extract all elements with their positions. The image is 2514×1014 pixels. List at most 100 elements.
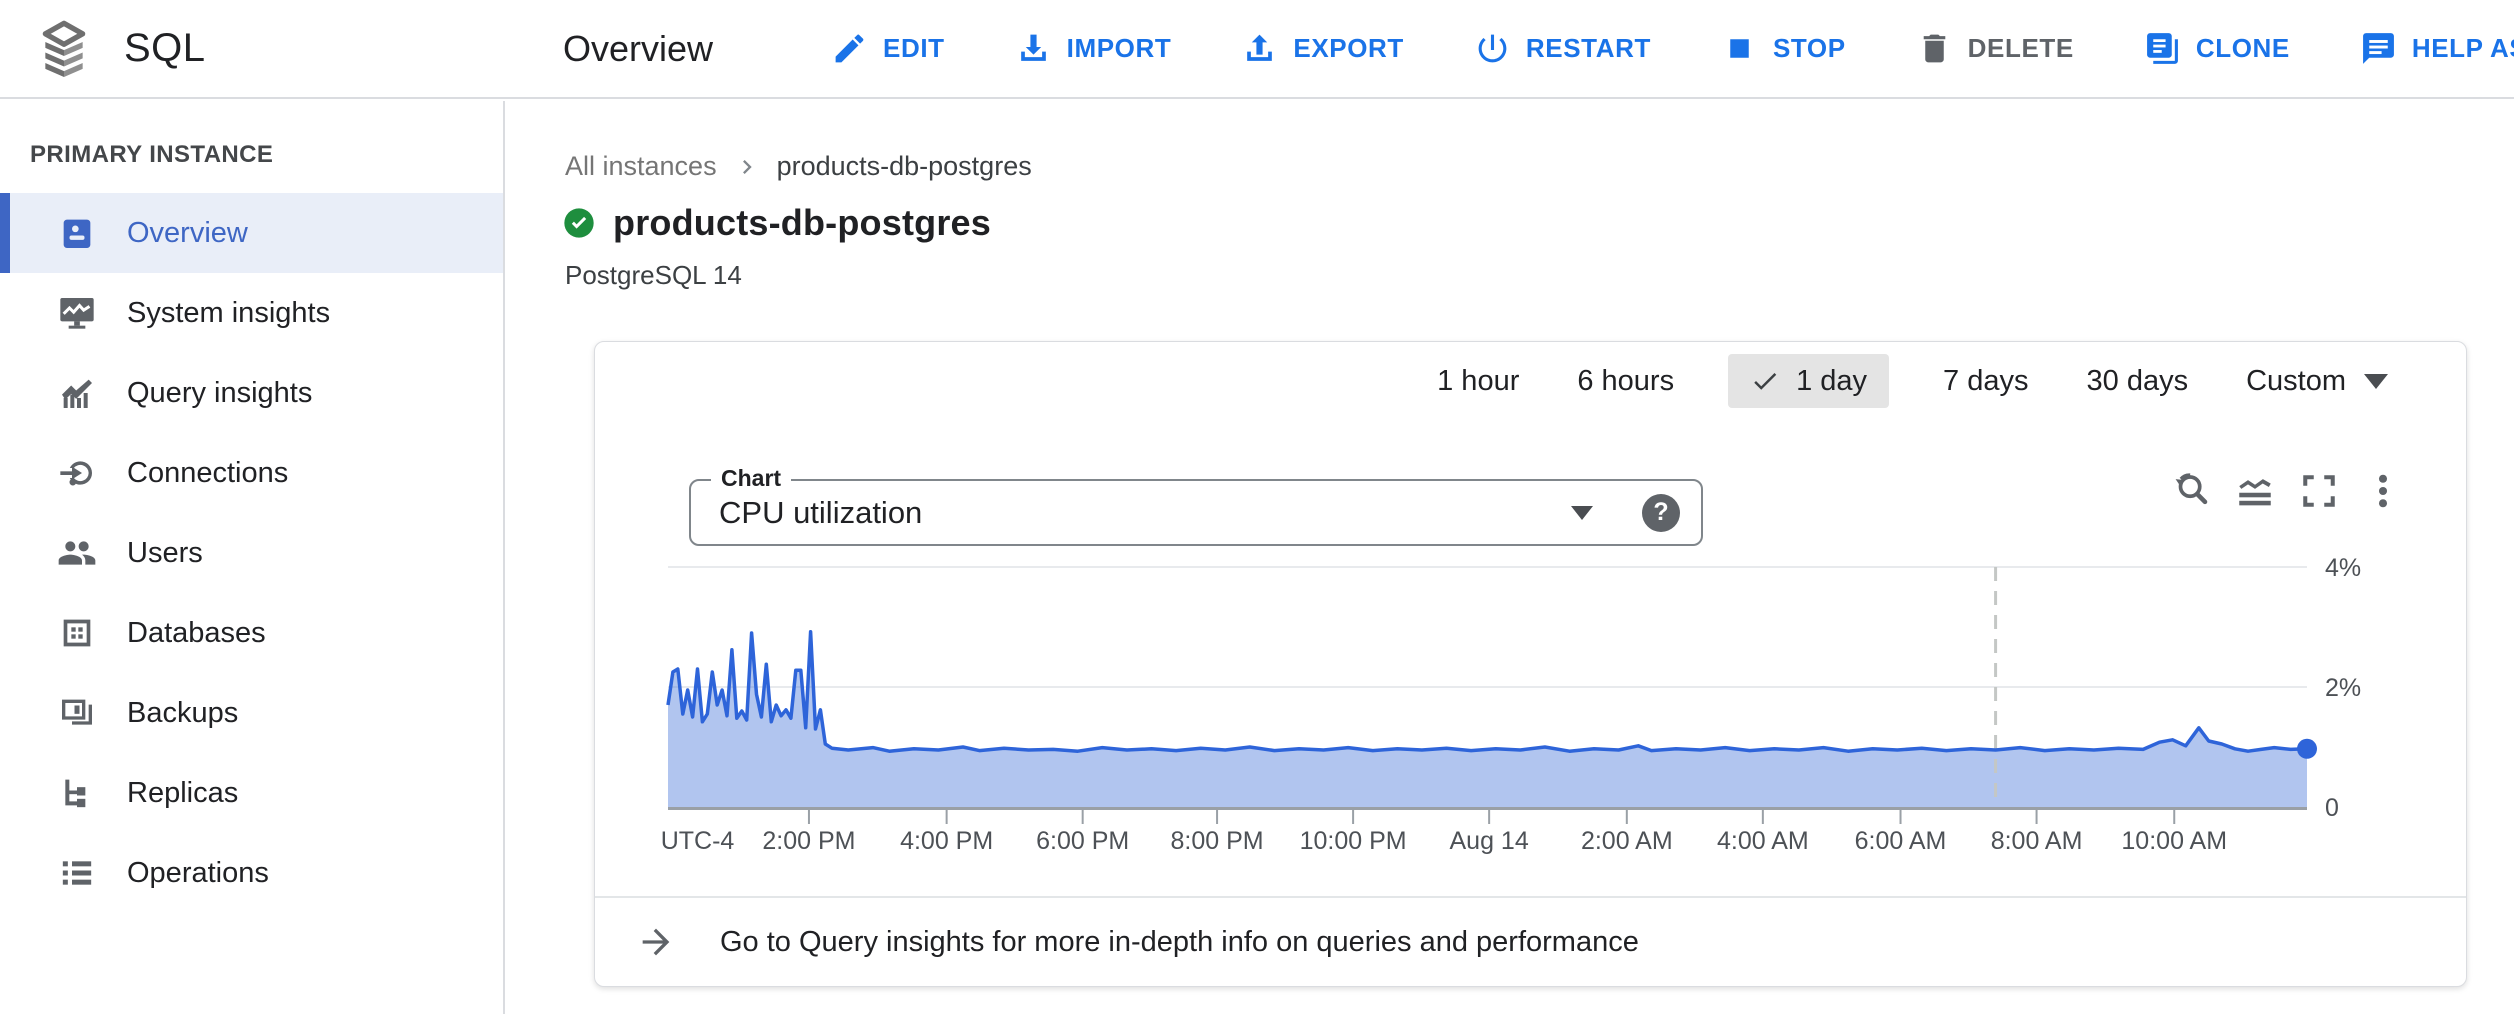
area-chart-toggle-button[interactable]	[2232, 468, 2278, 514]
product-name: SQL	[124, 26, 206, 71]
range-1-hour[interactable]: 1 hour	[1433, 354, 1523, 408]
sidebar-nav: Overview System insights Query insights …	[0, 193, 503, 913]
range-6-hours[interactable]: 6 hours	[1573, 354, 1678, 408]
dropdown-arrow-icon	[1571, 506, 1593, 520]
status-ok-icon	[563, 207, 595, 239]
instance-version: PostgreSQL 14	[565, 260, 2514, 291]
breadcrumb: All instances products-db-postgres	[565, 151, 2514, 182]
svg-text:2%: 2%	[2325, 674, 2361, 702]
svg-text:10:00 AM: 10:00 AM	[2121, 827, 2227, 855]
replica-tree-icon	[56, 772, 98, 814]
range-label: 1 hour	[1437, 365, 1519, 398]
delete-button[interactable]: DELETE	[1916, 30, 2074, 67]
svg-text:8:00 PM: 8:00 PM	[1171, 827, 1264, 855]
sidebar-item-system-insights[interactable]: System insights	[0, 273, 503, 353]
sidebar-item-overview[interactable]: Overview	[0, 193, 503, 273]
instance-title-row: products-db-postgres	[563, 202, 2514, 244]
app-window: SQL Overview EDIT IMPORT EXPORT	[0, 0, 2514, 1014]
arrow-forward-icon	[636, 922, 676, 962]
copy-icon	[2144, 30, 2181, 67]
sidebar-item-label: Users	[127, 537, 203, 570]
range-label: 7 days	[1943, 365, 2028, 398]
svg-text:0: 0	[2325, 794, 2339, 822]
download-icon	[1015, 30, 1052, 67]
edit-button[interactable]: EDIT	[831, 30, 945, 67]
zoom-reset-button[interactable]	[2168, 468, 2214, 514]
more-vert-icon	[2362, 470, 2404, 512]
action-label: EDIT	[883, 33, 945, 64]
svg-text:4:00 PM: 4:00 PM	[900, 827, 993, 855]
upload-icon	[1241, 30, 1278, 67]
clone-button[interactable]: CLONE	[2144, 30, 2290, 67]
trash-icon	[1916, 30, 1953, 67]
chart-toolbar	[2168, 468, 2406, 514]
backup-copy-icon	[56, 692, 98, 734]
database-grid-icon	[56, 612, 98, 654]
instance-title: products-db-postgres	[613, 202, 991, 244]
fullscreen-button[interactable]	[2296, 468, 2342, 514]
users-group-icon	[56, 532, 98, 574]
svg-text:Aug 14: Aug 14	[1450, 827, 1529, 855]
fullscreen-icon	[2298, 470, 2340, 512]
sidebar-item-databases[interactable]: Databases	[0, 593, 503, 673]
chat-icon	[2360, 30, 2397, 67]
sidebar-item-operations[interactable]: Operations	[0, 833, 503, 913]
query-insights-link[interactable]: Go to Query insights for more in-depth i…	[595, 896, 2466, 986]
action-label: HELP ASSISTANT	[2412, 33, 2514, 64]
list-icon	[56, 852, 98, 894]
sidebar-item-label: Operations	[127, 857, 269, 890]
restart-button[interactable]: RESTART	[1474, 30, 1651, 67]
sidebar-item-label: Query insights	[127, 377, 312, 410]
zoom-reset-icon	[2170, 470, 2212, 512]
power-icon	[1474, 30, 1511, 67]
svg-text:8:00 AM: 8:00 AM	[1991, 827, 2083, 855]
sidebar-item-replicas[interactable]: Replicas	[0, 753, 503, 833]
sidebar-item-label: Replicas	[127, 777, 238, 810]
sidebar-item-backups[interactable]: Backups	[0, 673, 503, 753]
sidebar-item-users[interactable]: Users	[0, 513, 503, 593]
breadcrumb-all-instances[interactable]: All instances	[565, 151, 717, 182]
range-30-days[interactable]: 30 days	[2083, 354, 2193, 408]
footer-link-label: Go to Query insights for more in-depth i…	[720, 926, 1639, 959]
product-home-link[interactable]: SQL	[0, 0, 505, 97]
dropdown-arrow-icon	[2364, 374, 2388, 389]
svg-text:6:00 PM: 6:00 PM	[1036, 827, 1129, 855]
svg-text:4:00 AM: 4:00 AM	[1717, 827, 1809, 855]
action-label: CLONE	[2196, 33, 2290, 64]
svg-text:2:00 PM: 2:00 PM	[762, 827, 855, 855]
sidebar-item-connections[interactable]: Connections	[0, 433, 503, 513]
help-assistant-button[interactable]: HELP ASSISTANT	[2360, 30, 2514, 67]
svg-text:6:00 AM: 6:00 AM	[1855, 827, 1947, 855]
range-label: 30 days	[2087, 365, 2189, 398]
import-button[interactable]: IMPORT	[1015, 30, 1172, 67]
action-label: STOP	[1773, 33, 1846, 64]
stop-button[interactable]: STOP	[1721, 30, 1846, 67]
sidebar-item-label: Overview	[127, 217, 248, 250]
instance-actions: EDIT IMPORT EXPORT RESTART STOP	[831, 30, 2514, 67]
action-label: EXPORT	[1293, 33, 1404, 64]
page-title: Overview	[563, 28, 713, 70]
cloud-sql-logo-icon	[36, 20, 92, 78]
bar-trend-icon	[56, 372, 98, 414]
range-label: Custom	[2246, 365, 2346, 398]
action-label: IMPORT	[1067, 33, 1172, 64]
sidebar-item-label: Backups	[127, 697, 238, 730]
cpu-chart-svg[interactable]: 2:00 PM4:00 PM6:00 PM8:00 PM10:00 PMAug …	[595, 532, 2468, 862]
check-icon	[1750, 366, 1780, 396]
toolbar: Overview EDIT IMPORT EXPORT RESTART	[505, 0, 2514, 97]
sidebar-item-label: System insights	[127, 297, 330, 330]
help-icon[interactable]: ?	[1642, 494, 1680, 532]
action-label: RESTART	[1526, 33, 1651, 64]
range-1-day[interactable]: 1 day	[1728, 354, 1889, 408]
export-button[interactable]: EXPORT	[1241, 30, 1404, 67]
range-7-days[interactable]: 7 days	[1939, 354, 2032, 408]
sidebar-item-query-insights[interactable]: Query insights	[0, 353, 503, 433]
more-options-button[interactable]	[2360, 468, 2406, 514]
monitor-chart-icon	[56, 292, 98, 334]
top-bar: SQL Overview EDIT IMPORT EXPORT	[0, 0, 2514, 99]
plug-connection-icon	[56, 452, 98, 494]
sidebar-item-label: Connections	[127, 457, 288, 490]
sidebar: PRIMARY INSTANCE Overview System insight…	[0, 101, 505, 1014]
range-custom[interactable]: Custom	[2242, 354, 2392, 408]
chart-select-value: CPU utilization	[719, 495, 922, 531]
